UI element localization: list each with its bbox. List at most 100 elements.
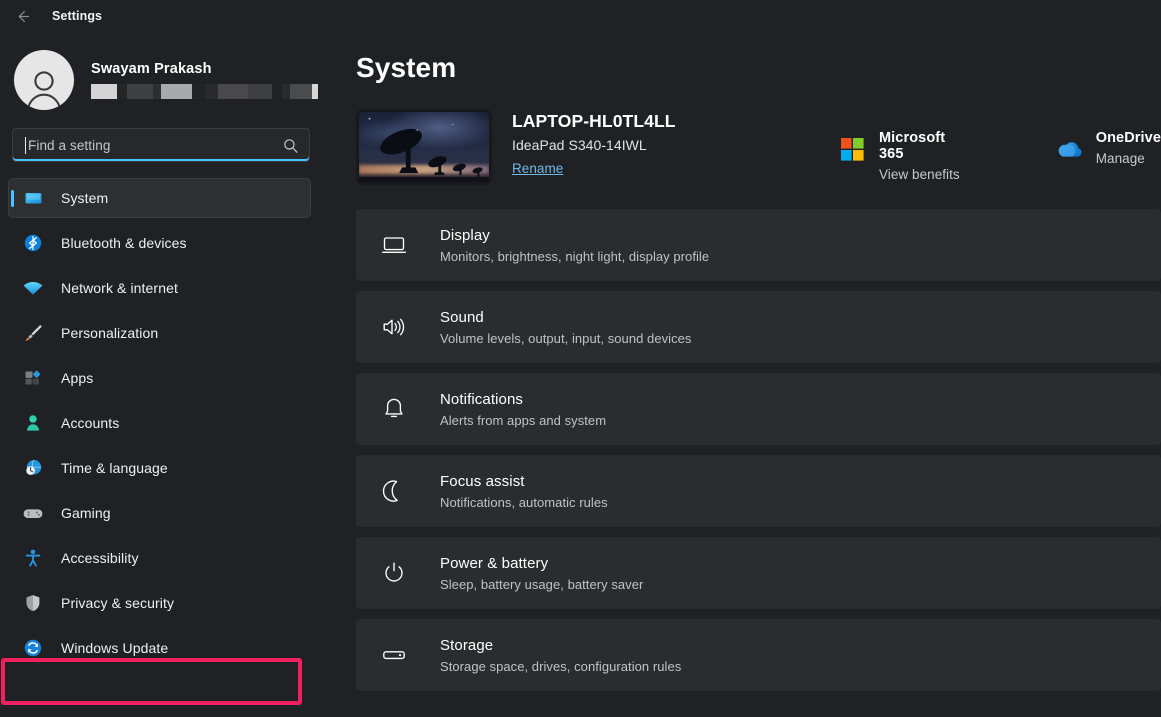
- service-subtitle: Manage: [1096, 151, 1161, 166]
- person-icon: [22, 412, 44, 434]
- onedrive-service[interactable]: OneDrive Manage: [1055, 130, 1161, 166]
- device-meta: LAPTOP-HL0TL4LL IdeaPad S340-14IWL Renam…: [512, 109, 676, 178]
- search-placeholder: Find a setting: [28, 138, 282, 153]
- account-block[interactable]: Swayam Prakash: [0, 42, 338, 118]
- card-subtitle: Notifications, automatic rules: [440, 495, 608, 510]
- sidebar-item-label: System: [61, 190, 108, 206]
- settings-card-notifications[interactable]: Notifications Alerts from apps and syste…: [356, 373, 1161, 445]
- card-text: Display Monitors, brightness, night ligh…: [440, 227, 709, 264]
- card-text: Sound Volume levels, output, input, soun…: [440, 309, 691, 346]
- title-bar: Settings: [0, 0, 1161, 32]
- card-title: Display: [440, 227, 709, 244]
- account-email-redacted: [91, 84, 318, 99]
- sidebar-item-label: Apps: [61, 370, 93, 386]
- sidebar-item-label: Personalization: [61, 325, 158, 341]
- settings-card-power-battery[interactable]: Power & battery Sleep, battery usage, ba…: [356, 537, 1161, 609]
- settings-window: Settings Swayam Prakash: [0, 0, 1161, 717]
- power-icon: [380, 559, 408, 587]
- satellite-dish-wallpaper: [356, 109, 492, 185]
- search-wrap: Find a setting: [0, 118, 338, 162]
- card-title: Storage: [440, 637, 681, 654]
- sidebar-item-label: Windows Update: [61, 640, 168, 656]
- back-button[interactable]: [6, 1, 40, 31]
- card-title: Focus assist: [440, 473, 608, 490]
- search-icon[interactable]: [282, 137, 299, 154]
- page-title: System: [356, 52, 1161, 84]
- paintbrush-icon: [22, 322, 44, 344]
- device-model: IdeaPad S340-14IWL: [512, 137, 676, 153]
- update-refresh-icon: [22, 637, 44, 659]
- search-input[interactable]: Find a setting: [12, 128, 310, 162]
- service-title: Microsoft 365: [879, 130, 973, 162]
- sidebar-item-label: Time & language: [61, 460, 168, 476]
- sidebar-item-label: Bluetooth & devices: [61, 235, 187, 251]
- sidebar-item-privacy-security[interactable]: Privacy & security: [8, 583, 311, 623]
- bluetooth-icon: [22, 232, 44, 254]
- microsoft-365-service[interactable]: Microsoft 365 View benefits: [838, 130, 973, 182]
- card-subtitle: Alerts from apps and system: [440, 413, 606, 428]
- settings-card-storage[interactable]: Storage Storage space, drives, configura…: [356, 619, 1161, 691]
- selection-indicator: [11, 190, 14, 207]
- account-text: Swayam Prakash: [91, 61, 318, 99]
- globe-clock-icon: [22, 457, 44, 479]
- sidebar-item-accounts[interactable]: Accounts: [8, 403, 311, 443]
- device-name: LAPTOP-HL0TL4LL: [512, 111, 676, 132]
- card-text: Power & battery Sleep, battery usage, ba…: [440, 555, 643, 592]
- card-title: Notifications: [440, 391, 606, 408]
- sidebar-item-personalization[interactable]: Personalization: [8, 313, 311, 353]
- crescent-moon-icon: [380, 477, 408, 505]
- settings-card-sound[interactable]: Sound Volume levels, output, input, soun…: [356, 291, 1161, 363]
- wifi-icon: [22, 277, 44, 299]
- sidebar-item-label: Accessibility: [61, 550, 139, 566]
- window-title: Settings: [52, 9, 102, 23]
- apps-squares-icon: [22, 367, 44, 389]
- card-subtitle: Storage space, drives, configuration rul…: [440, 659, 681, 674]
- sidebar-item-accessibility[interactable]: Accessibility: [8, 538, 311, 578]
- onedrive-cloud-icon: [1055, 135, 1083, 163]
- card-subtitle: Volume levels, output, input, sound devi…: [440, 331, 691, 346]
- services-row: Microsoft 365 View benefits OneDrive: [838, 130, 1161, 182]
- text-caret: [25, 137, 26, 154]
- accessibility-person-icon: [22, 547, 44, 569]
- sidebar-item-label: Accounts: [61, 415, 119, 431]
- sidebar-item-label: Network & internet: [61, 280, 178, 296]
- hard-drive-icon: [380, 641, 408, 669]
- settings-card-focus-assist[interactable]: Focus assist Notifications, automatic ru…: [356, 455, 1161, 527]
- person-avatar-icon: [21, 67, 67, 110]
- display-monitor-icon: [380, 231, 408, 259]
- rename-link[interactable]: Rename: [512, 161, 563, 176]
- sidebar-item-system[interactable]: System: [8, 178, 311, 218]
- service-text: Microsoft 365 View benefits: [879, 130, 973, 182]
- speaker-icon: [380, 313, 408, 341]
- monitor-icon: [22, 187, 44, 209]
- service-title: OneDrive: [1096, 130, 1161, 146]
- sidebar-item-windows-update[interactable]: Windows Update: [8, 628, 311, 668]
- settings-card-list: Display Monitors, brightness, night ligh…: [356, 209, 1161, 691]
- card-text: Notifications Alerts from apps and syste…: [440, 391, 606, 428]
- main-content: System: [338, 0, 1161, 717]
- back-arrow-icon: [15, 8, 32, 25]
- sidebar-item-time-language[interactable]: Time & language: [8, 448, 311, 488]
- microsoft-logo-icon: [838, 135, 866, 163]
- sidebar-item-network-internet[interactable]: Network & internet: [8, 268, 311, 308]
- settings-card-display[interactable]: Display Monitors, brightness, night ligh…: [356, 209, 1161, 281]
- bell-icon: [380, 395, 408, 423]
- sidebar: Swayam Prakash: [0, 0, 338, 717]
- sidebar-item-gaming[interactable]: Gaming: [8, 493, 311, 533]
- card-text: Focus assist Notifications, automatic ru…: [440, 473, 608, 510]
- account-name: Swayam Prakash: [91, 61, 318, 77]
- service-subtitle: View benefits: [879, 167, 973, 182]
- card-title: Sound: [440, 309, 691, 326]
- shield-icon: [22, 592, 44, 614]
- card-text: Storage Storage space, drives, configura…: [440, 637, 681, 674]
- card-subtitle: Sleep, battery usage, battery saver: [440, 577, 643, 592]
- card-title: Power & battery: [440, 555, 643, 572]
- sidebar-item-label: Privacy & security: [61, 595, 174, 611]
- sidebar-item-label: Gaming: [61, 505, 111, 521]
- sidebar-item-bluetooth-devices[interactable]: Bluetooth & devices: [8, 223, 311, 263]
- avatar: [14, 50, 74, 110]
- sidebar-item-apps[interactable]: Apps: [8, 358, 311, 398]
- nav-list: System Bluetooth & devices: [0, 178, 338, 668]
- gamepad-icon: [22, 502, 44, 524]
- service-text: OneDrive Manage: [1096, 130, 1161, 166]
